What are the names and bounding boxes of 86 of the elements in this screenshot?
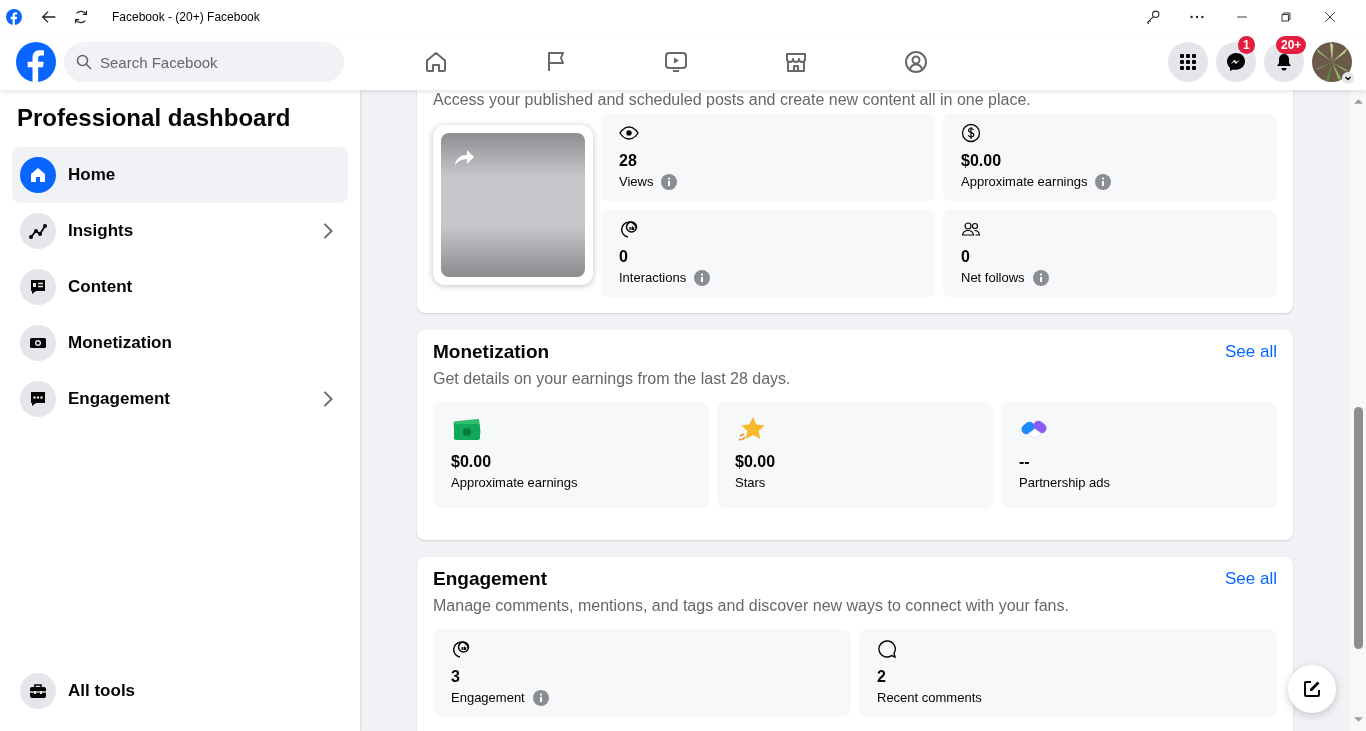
card-subtitle: Access your published and scheduled posts and create new content all in one place. bbox=[433, 90, 1032, 110]
sidebar-title: Professional dashboard bbox=[17, 104, 292, 132]
see-all-link[interactable]: See all bbox=[1225, 569, 1277, 589]
restore-icon[interactable] bbox=[1278, 9, 1294, 25]
card-title: Engagement bbox=[433, 567, 548, 591]
eye-icon bbox=[619, 123, 639, 143]
post-icon bbox=[28, 277, 48, 297]
card-subtitle: Manage comments, mentions, and tags and discover new ways to connect with your fans. bbox=[433, 596, 1070, 616]
info-icon[interactable] bbox=[1095, 174, 1112, 190]
sidebar-item[interactable]: All tools bbox=[12, 663, 348, 719]
key-icon[interactable] bbox=[1144, 8, 1162, 26]
chat-icon bbox=[28, 389, 48, 409]
stat-tile[interactable]: $0.00 Stars bbox=[717, 402, 993, 508]
card-subtitle: Get details on your earnings from the last 28 days. bbox=[433, 369, 792, 389]
page-title: Facebook - (20+) Facebook bbox=[112, 10, 260, 24]
grid-icon bbox=[1178, 52, 1198, 72]
stat-value: 0 bbox=[961, 247, 970, 267]
sidebar-item[interactable]: Engagement bbox=[12, 371, 348, 427]
search-field[interactable]: Search Facebook bbox=[64, 42, 344, 82]
back-icon[interactable] bbox=[40, 8, 58, 26]
stat-tile[interactable]: -- Partnership ads bbox=[1001, 402, 1277, 508]
home-icon[interactable] bbox=[424, 50, 448, 74]
stat-value: $0.00 bbox=[451, 452, 492, 472]
home-icon bbox=[28, 165, 48, 185]
close-icon[interactable] bbox=[1322, 9, 1338, 25]
people-icon bbox=[961, 219, 981, 239]
info-icon[interactable] bbox=[1032, 270, 1049, 286]
groups-icon[interactable] bbox=[904, 50, 928, 74]
reload-icon[interactable] bbox=[72, 8, 90, 26]
facebook-logo-icon bbox=[6, 9, 22, 25]
notification-badge: 1 bbox=[1238, 36, 1255, 54]
stat-tile[interactable]: 3 Engagement bbox=[433, 629, 851, 717]
dollar-icon bbox=[961, 123, 981, 143]
messenger-button[interactable] bbox=[1216, 42, 1256, 82]
stat-label: Recent comments bbox=[877, 689, 982, 707]
sidebar-item[interactable]: Home bbox=[12, 147, 348, 203]
toolbox-icon bbox=[28, 681, 48, 701]
scrollbar-thumb[interactable] bbox=[1354, 407, 1363, 649]
stat-label: Engagement bbox=[451, 689, 525, 707]
stat-tile[interactable]: 2 Recent comments bbox=[859, 629, 1277, 717]
bell-icon bbox=[1274, 52, 1294, 72]
sidebar-item[interactable]: Insights bbox=[12, 203, 348, 259]
stat-value: 2 bbox=[877, 667, 886, 687]
stat-value: 3 bbox=[451, 667, 460, 687]
chevron-down-icon[interactable] bbox=[1342, 72, 1354, 84]
post-preview[interactable] bbox=[433, 125, 593, 285]
stat-label: Net follows bbox=[961, 269, 1025, 287]
stat-label: Approximate earnings bbox=[451, 474, 578, 492]
stat-label: Partnership ads bbox=[1019, 474, 1111, 492]
info-icon[interactable] bbox=[694, 270, 711, 286]
stat-tile[interactable]: 0 Net follows bbox=[943, 209, 1277, 297]
like-icon bbox=[451, 639, 471, 659]
facebook-logo[interactable] bbox=[16, 42, 56, 82]
stat-label: Approximate earnings bbox=[961, 173, 1088, 191]
stat-tile[interactable]: 0 Interactions bbox=[601, 209, 935, 297]
video-icon[interactable] bbox=[664, 50, 688, 74]
stat-value: 28 bbox=[619, 151, 637, 171]
notification-badge: 20+ bbox=[1276, 36, 1307, 54]
stat-tile[interactable]: 28 Views bbox=[601, 113, 935, 201]
like-icon bbox=[619, 219, 639, 239]
search-icon bbox=[76, 54, 92, 70]
chevron-right-icon bbox=[322, 390, 334, 408]
stat-value: 0 bbox=[619, 247, 628, 267]
chevron-right-icon bbox=[322, 222, 334, 240]
card-title: Monetization bbox=[433, 340, 550, 364]
stat-value: -- bbox=[1019, 452, 1030, 472]
stat-value: $0.00 bbox=[961, 151, 1002, 171]
sidebar-item[interactable]: Monetization bbox=[12, 315, 348, 371]
edit-icon bbox=[1302, 679, 1322, 699]
stat-label: Interactions bbox=[619, 269, 687, 287]
menu-button[interactable] bbox=[1168, 42, 1208, 82]
stat-tile[interactable]: $0.00 Approximate earnings bbox=[433, 402, 709, 508]
stat-label: Views bbox=[619, 173, 654, 191]
shop-icon[interactable] bbox=[784, 50, 808, 74]
info-icon[interactable] bbox=[532, 690, 549, 706]
stat-tile[interactable]: $0.00 Approximate earnings bbox=[943, 113, 1277, 201]
info-icon[interactable] bbox=[661, 174, 678, 190]
stat-label: Stars bbox=[735, 474, 766, 492]
comment-icon bbox=[877, 639, 897, 659]
sidebar-item[interactable]: Content bbox=[12, 259, 348, 315]
messenger-icon bbox=[1226, 52, 1246, 72]
see-all-link[interactable]: See all bbox=[1225, 342, 1277, 362]
stat-value: $0.00 bbox=[735, 452, 776, 472]
avatar[interactable] bbox=[1312, 42, 1352, 82]
line-chart-icon bbox=[28, 221, 48, 241]
compose-button[interactable] bbox=[1288, 665, 1336, 713]
